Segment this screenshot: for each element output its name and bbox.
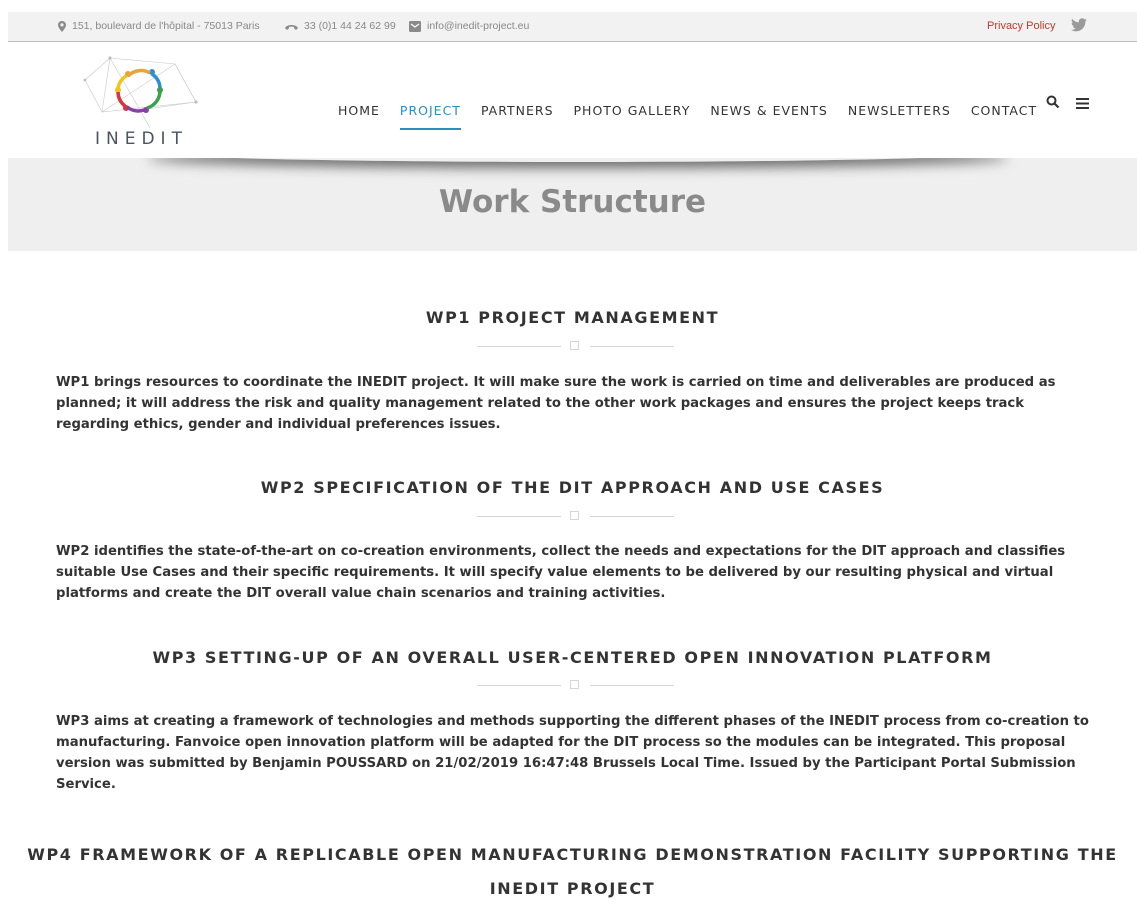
phone-icon	[285, 24, 298, 30]
search-icon[interactable]	[1046, 95, 1060, 109]
page-title-band: Work Structure	[8, 158, 1137, 251]
nav-contact[interactable]: CONTACT	[971, 103, 1037, 130]
menu-icon[interactable]	[1076, 98, 1089, 109]
page-title: Work Structure	[438, 184, 707, 220]
logo-text: INEDIT	[95, 129, 188, 149]
section-divider	[477, 340, 674, 352]
privacy-policy-link[interactable]: Privacy Policy	[987, 20, 1055, 32]
wp1-body: WP1 brings resources to coordinate the I…	[56, 375, 1056, 432]
logo-graphic-icon	[83, 56, 198, 129]
nav-partners[interactable]: PARTNERS	[481, 103, 554, 130]
email-item[interactable]: info@inedit-project.eu	[409, 20, 529, 32]
main-nav: HOME PROJECT PARTNERS PHOTO GALLERY NEWS…	[328, 103, 1047, 130]
wp2-title: WP2 SPECIFICATION OF THE DIT APPROACH AN…	[260, 478, 885, 497]
map-marker-icon	[58, 20, 66, 32]
section-divider	[477, 510, 674, 522]
twitter-icon[interactable]	[1071, 18, 1087, 32]
section-divider	[477, 679, 674, 691]
address-text: 151, boulevard de l'hôpital - 75013 Pari…	[72, 20, 260, 32]
nav-news-events[interactable]: NEWS & EVENTS	[710, 103, 828, 130]
wp3-body: WP3 aims at creating a framework of tech…	[56, 714, 1089, 792]
email-icon	[409, 20, 421, 32]
nav-photo-gallery[interactable]: PHOTO GALLERY	[574, 103, 691, 130]
wp2-body: WP2 identifies the state-of-the-art on c…	[56, 544, 1066, 601]
phone-item: 33 (0)1 44 24 62 99	[285, 20, 396, 32]
nav-project[interactable]: PROJECT	[399, 103, 461, 130]
header-shadow	[148, 158, 1008, 162]
nav-newsletters[interactable]: NEWSLETTERS	[848, 103, 951, 130]
nav-home[interactable]: HOME	[338, 103, 380, 130]
wp1-title: WP1 PROJECT MANAGEMENT	[425, 308, 720, 327]
email-text[interactable]: info@inedit-project.eu	[427, 20, 529, 32]
phone-text: 33 (0)1 44 24 62 99	[304, 20, 396, 32]
wp3-title: WP3 SETTING-UP OF AN OVERALL USER-CENTER…	[152, 648, 993, 667]
wp4-title: WP4 FRAMEWORK OF A REPLICABLE OPEN MANUF…	[27, 845, 1118, 898]
address-item: 151, boulevard de l'hôpital - 75013 Pari…	[58, 20, 260, 32]
top-bar: 151, boulevard de l'hôpital - 75013 Pari…	[8, 12, 1137, 42]
